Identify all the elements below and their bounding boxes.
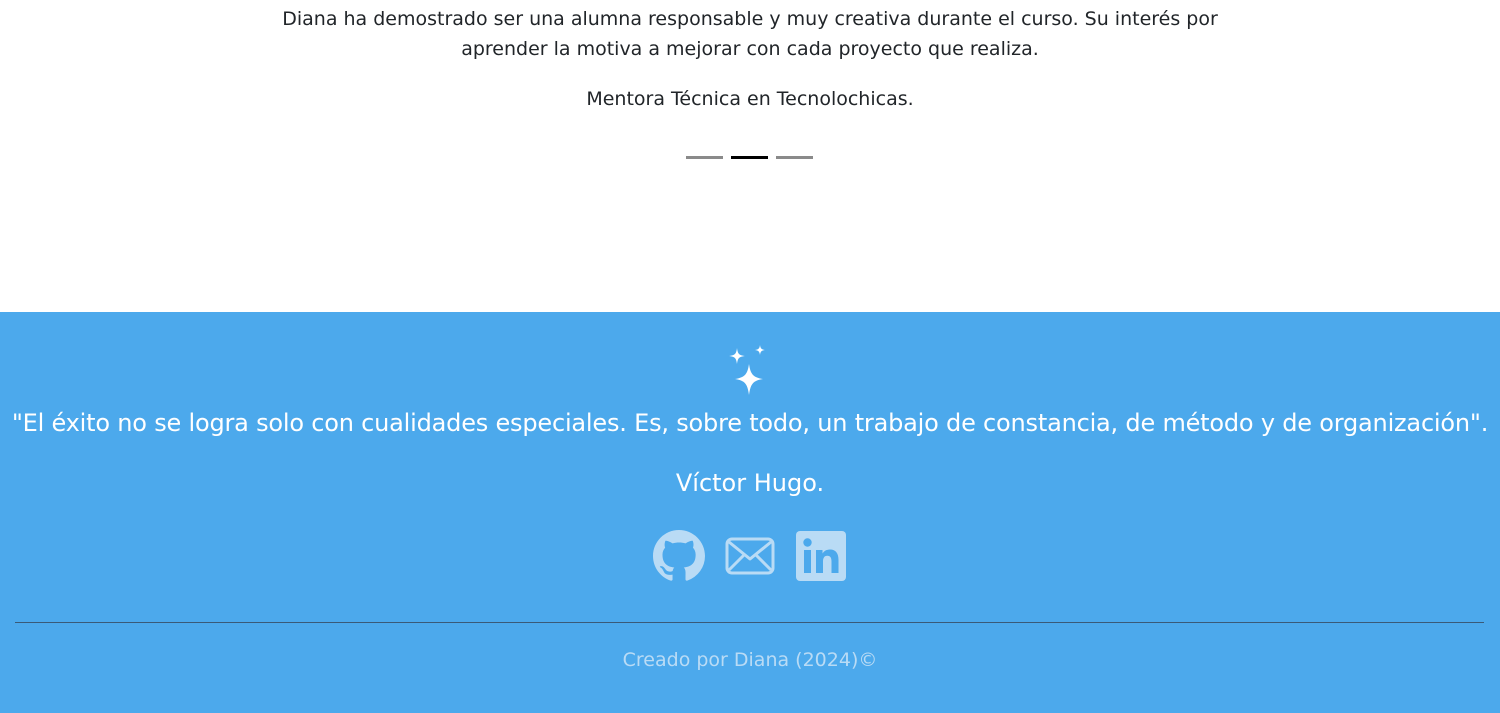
github-icon[interactable] (653, 530, 705, 582)
footer: "El éxito no se logra solo con cualidade… (0, 312, 1500, 713)
social-links (653, 530, 847, 582)
footer-credits: Creado por Diana (2024)© (622, 649, 878, 671)
testimonial-author: Mentora Técnica en Tecnolochicas. (586, 88, 914, 110)
testimonial-text: Diana ha demostrado ser una alumna respo… (282, 8, 1218, 60)
sparkles-icon (729, 345, 765, 395)
footer-quote: "El éxito no se logra solo con cualidade… (11, 409, 1489, 437)
footer-quote-author: Víctor Hugo. (675, 469, 825, 497)
email-icon[interactable] (724, 530, 776, 582)
testimonial-carousel: Diana ha demostrado ser una alumna respo… (0, 0, 1500, 312)
linkedin-icon[interactable] (795, 530, 847, 582)
carousel-indicator-2[interactable] (731, 156, 768, 159)
carousel-indicator-1[interactable] (686, 156, 723, 159)
carousel-indicators (686, 156, 813, 159)
footer-divider (15, 622, 1484, 623)
carousel-indicator-3[interactable] (776, 156, 813, 159)
